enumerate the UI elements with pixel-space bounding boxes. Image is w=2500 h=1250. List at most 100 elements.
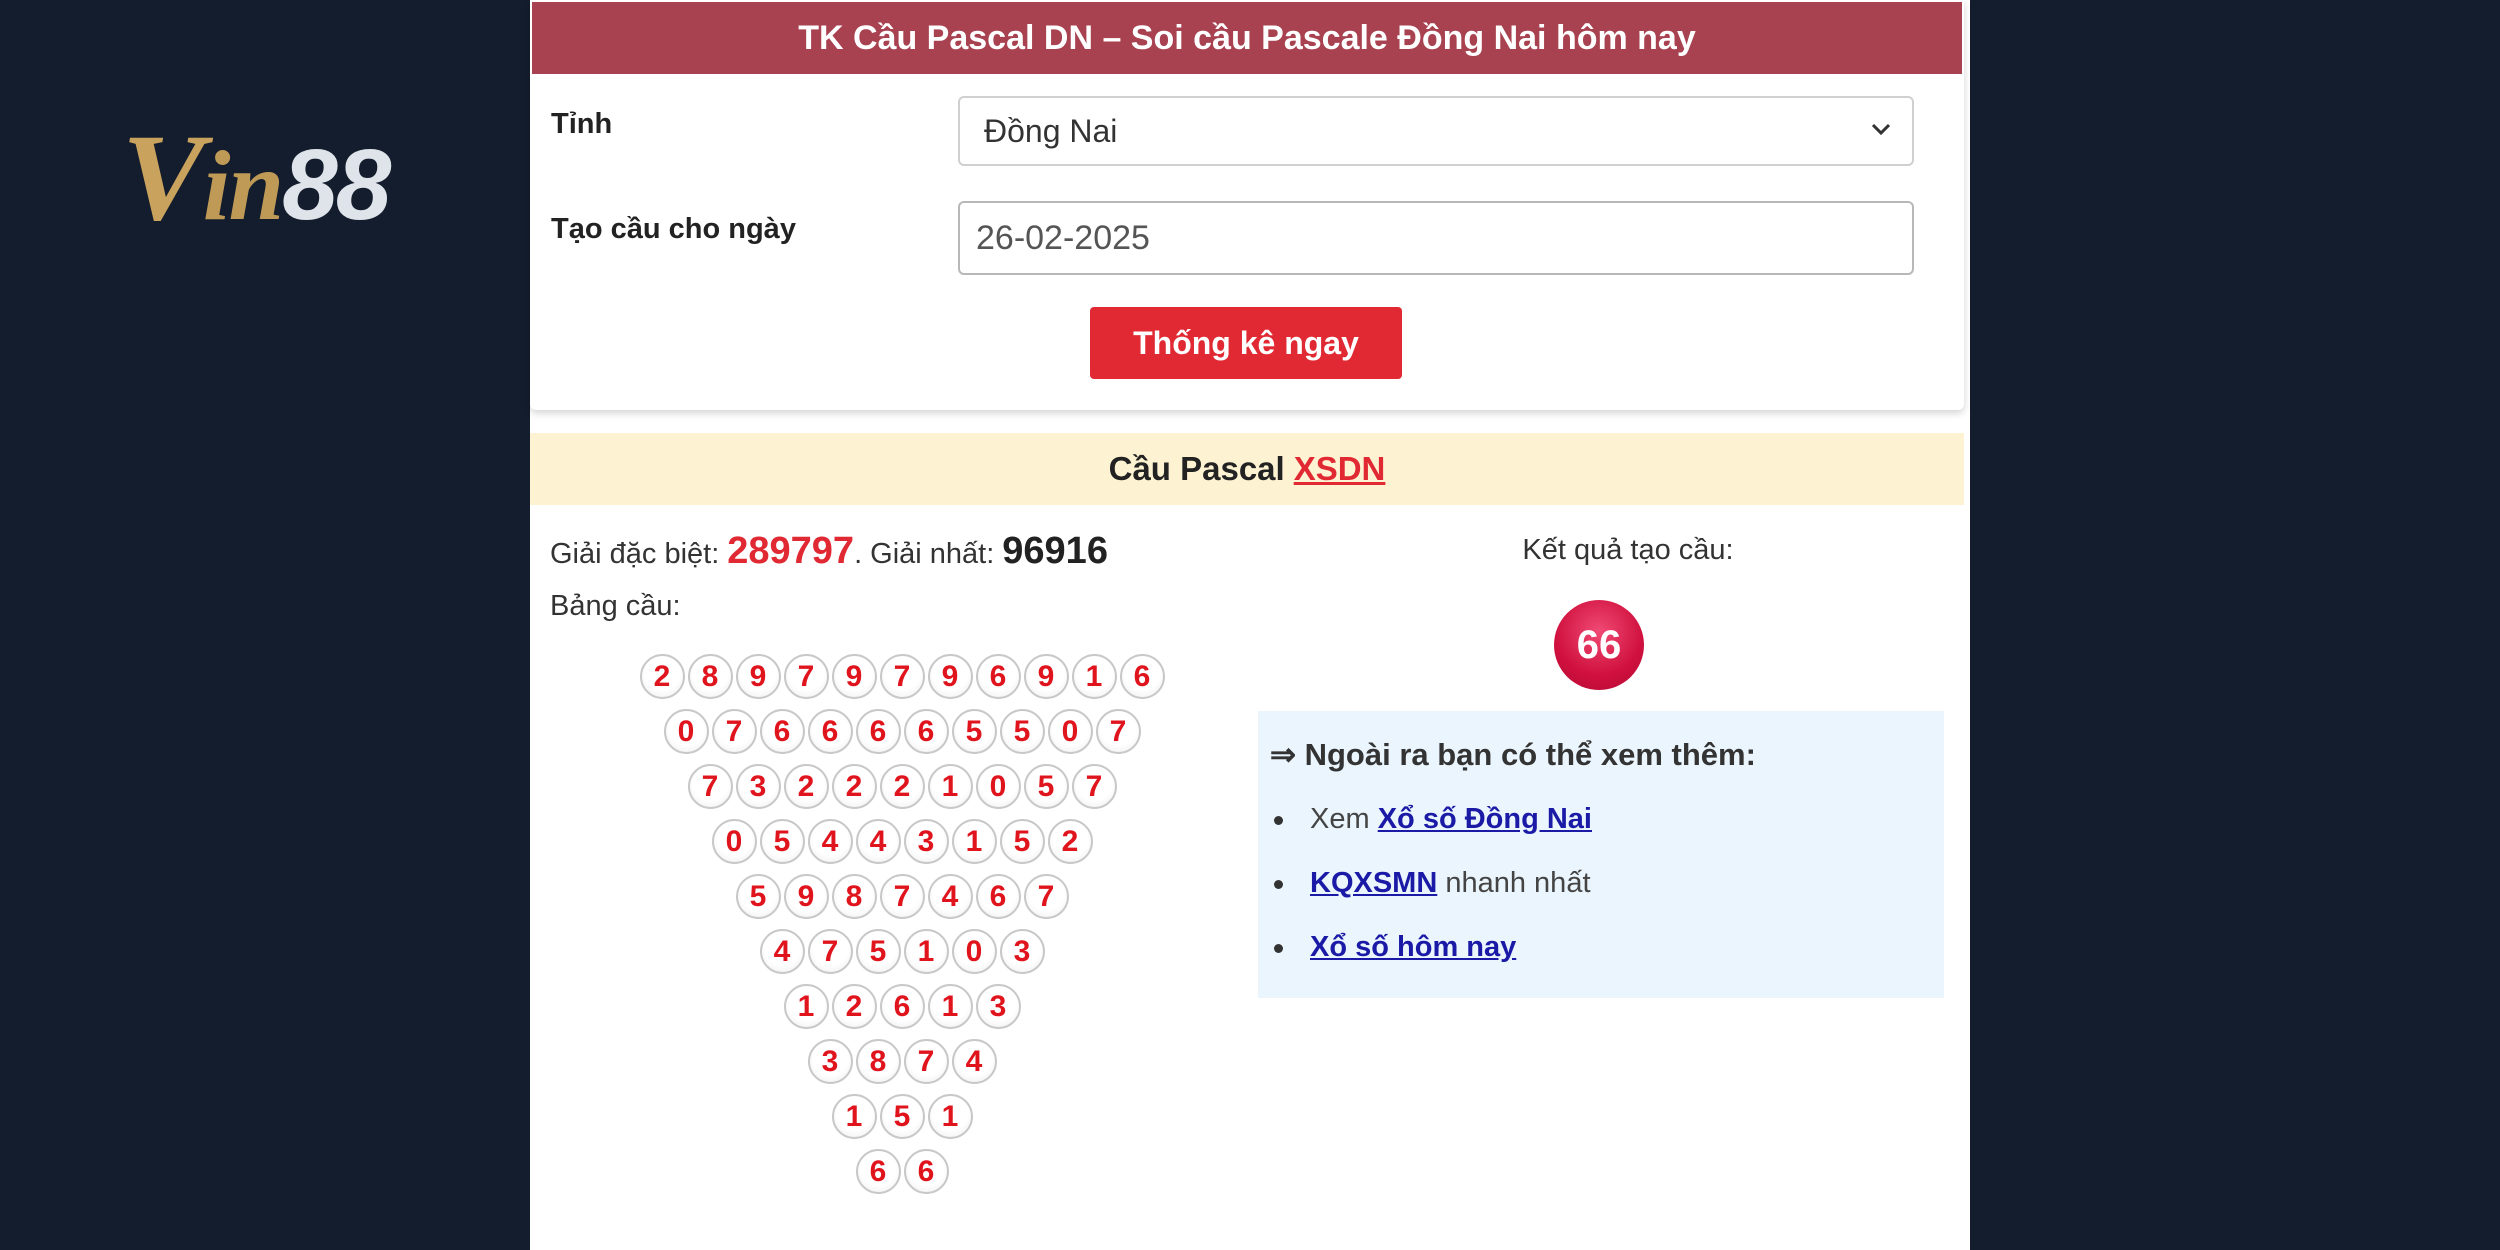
pyramid-digit: 1: [903, 929, 949, 974]
pyramid-digit: 0: [711, 819, 757, 864]
pyramid-row: 3874: [602, 1039, 1202, 1087]
pyramid-digit: 2: [1047, 819, 1093, 864]
prize-separator: .: [854, 538, 863, 570]
form-header: TK Cầu Pascal DN – Soi cầu Pascale Đồng …: [532, 2, 1962, 74]
submit-button[interactable]: Thống kê ngay: [1090, 307, 1402, 379]
pyramid-digit: 3: [903, 819, 949, 864]
special-prize-label: Giải đặc biệt:: [550, 538, 720, 570]
pyramid-digit: 7: [711, 709, 757, 754]
pyramid-row: 05443152: [602, 819, 1202, 867]
vin88-logo[interactable]: Vin88: [122, 116, 391, 246]
pascal-pyramid: 2897979691607666655077322210570544315259…: [602, 654, 1202, 1204]
pyramid-digit: 6: [855, 709, 901, 754]
pyramid-digit: 2: [831, 984, 877, 1029]
pyramid-digit: 4: [951, 1039, 997, 1084]
pyramid-digit: 8: [831, 874, 877, 919]
pyramid-digit: 5: [1023, 764, 1069, 809]
pyramid-digit: 1: [927, 984, 973, 1029]
pyramid-digit: 2: [831, 764, 877, 809]
table-label: Bảng cầu:: [550, 590, 681, 622]
pyramid-digit: 6: [1119, 654, 1165, 699]
pyramid-row: 0766665507: [602, 709, 1202, 757]
list-item: Xem Xổ số Đồng Nai: [1258, 787, 1944, 851]
pyramid-row: 66: [602, 1149, 1202, 1197]
kqxsmn-link[interactable]: KQXSMN: [1310, 867, 1437, 899]
pyramid-digit: 7: [687, 764, 733, 809]
more-links-title: ⇒ Ngoài ra bạn có thể xem thêm:: [1270, 737, 1756, 772]
pyramid-digit: 3: [735, 764, 781, 809]
pyramid-digit: 4: [759, 929, 805, 974]
pyramid-digit: 9: [1023, 654, 1069, 699]
xo-so-dong-nai-link[interactable]: Xổ số Đồng Nai: [1378, 803, 1592, 835]
result-band: Cầu Pascal XSDN: [530, 433, 1964, 505]
result-band-title: Cầu Pascal: [1108, 450, 1285, 487]
pyramid-digit: 7: [1023, 874, 1069, 919]
pyramid-row: 475103: [602, 929, 1202, 977]
outcome-ball: 66: [1554, 600, 1644, 690]
province-select-value: Đồng Nai: [984, 112, 1118, 149]
outcome-label: Kết quả tạo cầu:: [1522, 534, 1734, 566]
chevron-down-icon: [1871, 123, 1891, 136]
logo-text-88: 88: [282, 129, 391, 241]
pyramid-digit: 9: [783, 874, 829, 919]
pyramid-row: 151: [602, 1094, 1202, 1142]
pyramid-digit: 4: [927, 874, 973, 919]
pyramid-row: 12613: [602, 984, 1202, 1032]
pyramid-digit: 8: [687, 654, 733, 699]
pyramid-digit: 7: [807, 929, 853, 974]
pyramid-digit: 5: [735, 874, 781, 919]
pyramid-digit: 0: [975, 764, 1021, 809]
pyramid-digit: 5: [999, 709, 1045, 754]
logo-text-in: in: [202, 130, 284, 241]
pyramid-digit: 6: [807, 709, 853, 754]
pyramid-digit: 6: [759, 709, 805, 754]
pyramid-digit: 0: [951, 929, 997, 974]
pyramid-digit: 4: [807, 819, 853, 864]
first-prize-label: Giải nhất:: [870, 538, 995, 570]
province-label: Tỉnh: [551, 108, 613, 140]
pyramid-digit: 1: [831, 1094, 877, 1139]
province-select[interactable]: Đồng Nai: [958, 96, 1914, 166]
pyramid-digit: 4: [855, 819, 901, 864]
pyramid-digit: 5: [759, 819, 805, 864]
pyramid-digit: 0: [1047, 709, 1093, 754]
pyramid-digit: 1: [927, 1094, 973, 1139]
list-item: KQXSMN nhanh nhất: [1258, 851, 1944, 915]
pyramid-digit: 2: [783, 764, 829, 809]
pyramid-digit: 5: [855, 929, 901, 974]
first-prize-value: 96916: [1002, 530, 1108, 572]
pyramid-digit: 9: [831, 654, 877, 699]
pyramid-digit: 5: [951, 709, 997, 754]
pyramid-digit: 6: [903, 709, 949, 754]
more-links-box: ⇒ Ngoài ra bạn có thể xem thêm: Xem Xổ s…: [1258, 711, 1944, 998]
pyramid-digit: 6: [903, 1149, 949, 1194]
pyramid-digit: 2: [879, 764, 925, 809]
item1-prefix: Xem: [1310, 803, 1370, 835]
pyramid-digit: 1: [927, 764, 973, 809]
form-card: TK Cầu Pascal DN – Soi cầu Pascale Đồng …: [530, 0, 1964, 410]
date-input[interactable]: [958, 201, 1914, 275]
pyramid-row: 28979796916: [602, 654, 1202, 702]
list-item: Xổ số hôm nay: [1258, 915, 1944, 979]
xsdn-link[interactable]: XSDN: [1294, 450, 1386, 488]
date-label: Tạo cầu cho ngày: [551, 213, 796, 245]
pyramid-digit: 7: [1095, 709, 1141, 754]
more-links-list: Xem Xổ số Đồng Nai KQXSMN nhanh nhất Xổ …: [1258, 787, 1944, 979]
pyramid-row: 732221057: [602, 764, 1202, 812]
item2-suffix: nhanh nhất: [1445, 867, 1591, 899]
pyramid-digit: 9: [927, 654, 973, 699]
pyramid-digit: 6: [975, 874, 1021, 919]
special-prize-value: 289797: [727, 530, 855, 572]
pyramid-digit: 1: [1071, 654, 1117, 699]
pyramid-digit: 1: [951, 819, 997, 864]
pyramid-digit: 3: [975, 984, 1021, 1029]
logo-text-v: V: [122, 109, 205, 246]
pyramid-digit: 5: [879, 1094, 925, 1139]
xo-so-hom-nay-link[interactable]: Xổ số hôm nay: [1310, 931, 1516, 963]
prize-line: Giải đặc biệt: 289797. Giải nhất: 96916: [550, 530, 1108, 573]
pyramid-digit: 0: [663, 709, 709, 754]
pyramid-row: 5987467: [602, 874, 1202, 922]
pyramid-digit: 6: [879, 984, 925, 1029]
pyramid-digit: 7: [879, 874, 925, 919]
pyramid-digit: 9: [735, 654, 781, 699]
